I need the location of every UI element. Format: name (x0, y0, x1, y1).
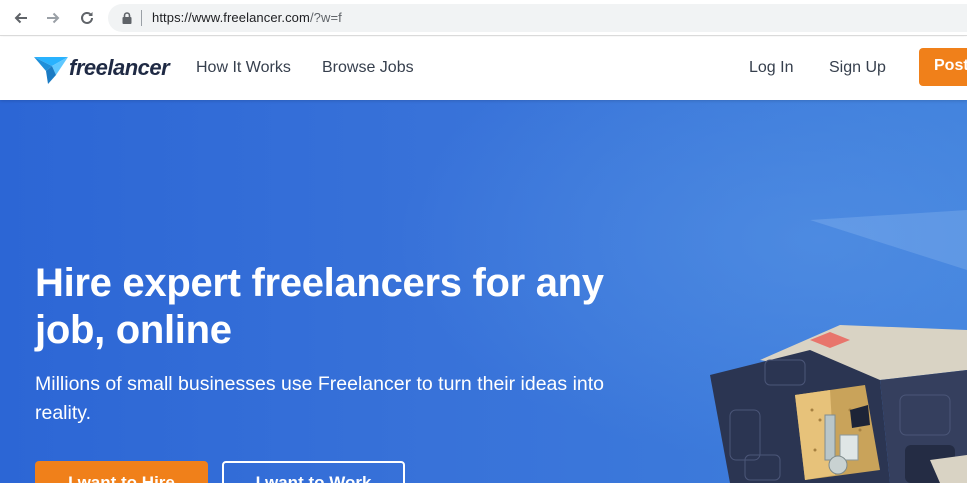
post-project-button[interactable]: Post (919, 48, 967, 86)
hero-section: Hire expert freelancers for any job, onl… (0, 100, 967, 483)
freelancer-bird-icon (34, 57, 68, 84)
hire-button[interactable]: I want to Hire (35, 461, 208, 483)
nav-how-it-works[interactable]: How It Works (196, 59, 291, 77)
freelancer-logo[interactable]: freelancer (34, 51, 170, 85)
reload-icon[interactable] (76, 7, 98, 29)
work-button[interactable]: I want to Work (222, 461, 405, 483)
url-query: /?w=f (309, 10, 342, 25)
address-separator (141, 10, 142, 26)
hero-subtitle: Millions of small businesses use Freelan… (35, 373, 605, 424)
logo-text: freelancer (69, 55, 170, 80)
hero-title: Hire expert freelancers for any job, onl… (35, 261, 604, 352)
url-main: https://www.freelancer.com (152, 10, 310, 25)
url-text[interactable]: https://www.freelancer.com/?w=f (152, 10, 342, 25)
address-bar[interactable]: https://www.freelancer.com/?w=f (108, 4, 967, 32)
hero-cube-illustration (710, 210, 967, 483)
lock-icon (120, 11, 134, 25)
log-in-link[interactable]: Log In (749, 59, 793, 77)
browser-toolbar: https://www.freelancer.com/?w=f (0, 0, 967, 36)
nav-browse-jobs[interactable]: Browse Jobs (322, 59, 414, 77)
sign-up-link[interactable]: Sign Up (829, 59, 886, 77)
site-header: freelancer How It Works Browse Jobs Log … (0, 37, 967, 100)
back-arrow-icon[interactable] (10, 7, 32, 29)
forward-arrow-icon[interactable] (42, 7, 64, 29)
